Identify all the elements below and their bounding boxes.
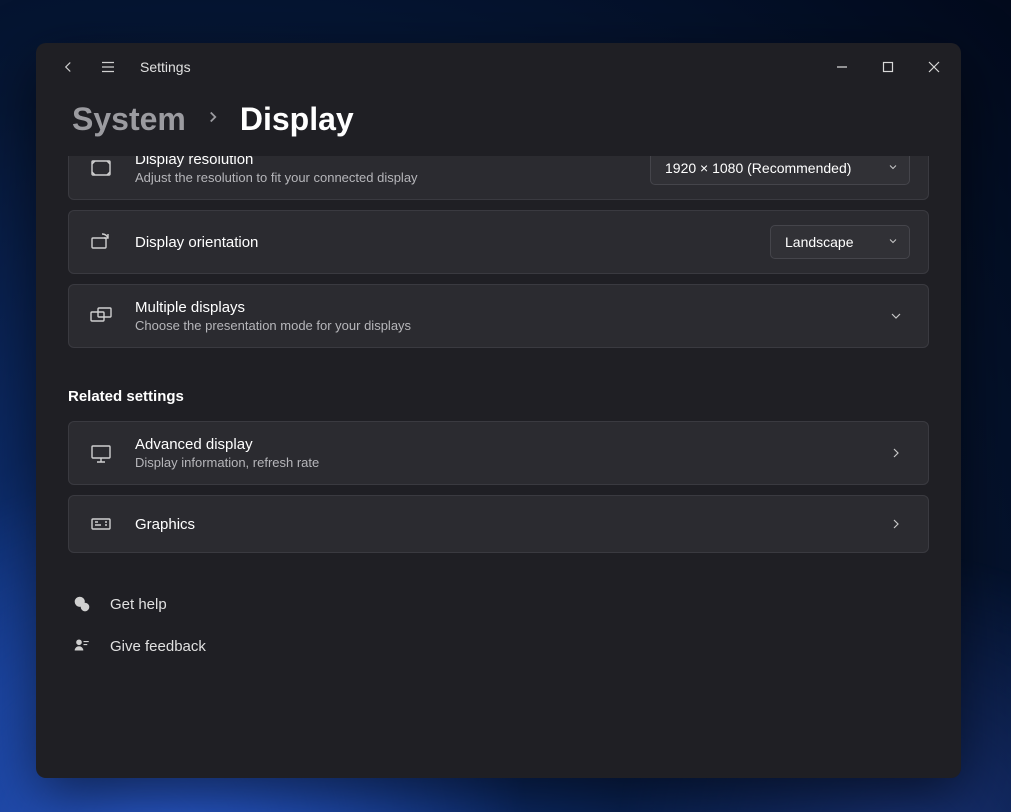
resolution-dropdown[interactable]: 1920 × 1080 (Recommended) bbox=[650, 156, 910, 185]
link-graphics[interactable]: Graphics bbox=[68, 495, 929, 553]
link-advanced-display[interactable]: Advanced display Display information, re… bbox=[68, 421, 929, 485]
give-feedback-link[interactable]: Give feedback bbox=[70, 631, 929, 661]
related-heading: Related settings bbox=[68, 388, 929, 405]
setting-display-orientation: Display orientation Landscape bbox=[68, 210, 929, 274]
multiple-displays-icon bbox=[87, 302, 115, 330]
app-title: Settings bbox=[140, 59, 191, 75]
advanced-title: Advanced display bbox=[135, 436, 862, 453]
resolution-title: Display resolution bbox=[135, 156, 630, 168]
advanced-subtitle: Display information, refresh rate bbox=[135, 455, 862, 470]
help-icon: ? bbox=[70, 595, 94, 613]
breadcrumb-current: Display bbox=[240, 101, 354, 138]
multiple-title: Multiple displays bbox=[135, 299, 862, 316]
breadcrumb: System Display bbox=[36, 91, 961, 156]
monitor-icon bbox=[87, 439, 115, 467]
get-help-label: Get help bbox=[110, 596, 167, 613]
chevron-right-icon bbox=[882, 445, 910, 461]
give-feedback-label: Give feedback bbox=[110, 638, 206, 655]
chevron-right-icon bbox=[882, 516, 910, 532]
minimize-button[interactable] bbox=[819, 51, 865, 83]
orientation-title: Display orientation bbox=[135, 234, 750, 251]
chevron-right-icon bbox=[204, 108, 222, 131]
chevron-down-icon bbox=[887, 234, 899, 250]
back-button[interactable] bbox=[48, 47, 88, 87]
content-area: Display resolution Adjust the resolution… bbox=[36, 156, 961, 778]
svg-text:?: ? bbox=[84, 605, 87, 611]
resolution-icon bbox=[87, 156, 115, 182]
setting-display-resolution: Display resolution Adjust the resolution… bbox=[68, 156, 929, 200]
settings-window: Settings System Display Display resoluti… bbox=[36, 43, 961, 778]
titlebar: Settings bbox=[36, 43, 961, 91]
resolution-value: 1920 × 1080 (Recommended) bbox=[665, 160, 851, 176]
maximize-button[interactable] bbox=[865, 51, 911, 83]
breadcrumb-parent[interactable]: System bbox=[72, 101, 186, 138]
multiple-subtitle: Choose the presentation mode for your di… bbox=[135, 318, 862, 333]
orientation-dropdown[interactable]: Landscape bbox=[770, 225, 910, 259]
get-help-link[interactable]: ? Get help bbox=[70, 589, 929, 619]
graphics-title: Graphics bbox=[135, 516, 862, 533]
chevron-down-icon bbox=[887, 160, 899, 176]
feedback-icon bbox=[70, 637, 94, 655]
menu-button[interactable] bbox=[88, 47, 128, 87]
chevron-down-icon bbox=[882, 308, 910, 324]
footer-links: ? Get help Give feedback bbox=[68, 589, 929, 661]
orientation-icon bbox=[87, 228, 115, 256]
resolution-subtitle: Adjust the resolution to fit your connec… bbox=[135, 170, 630, 185]
orientation-value: Landscape bbox=[785, 234, 854, 250]
close-button[interactable] bbox=[911, 51, 957, 83]
graphics-icon bbox=[87, 510, 115, 538]
setting-multiple-displays[interactable]: Multiple displays Choose the presentatio… bbox=[68, 284, 929, 348]
